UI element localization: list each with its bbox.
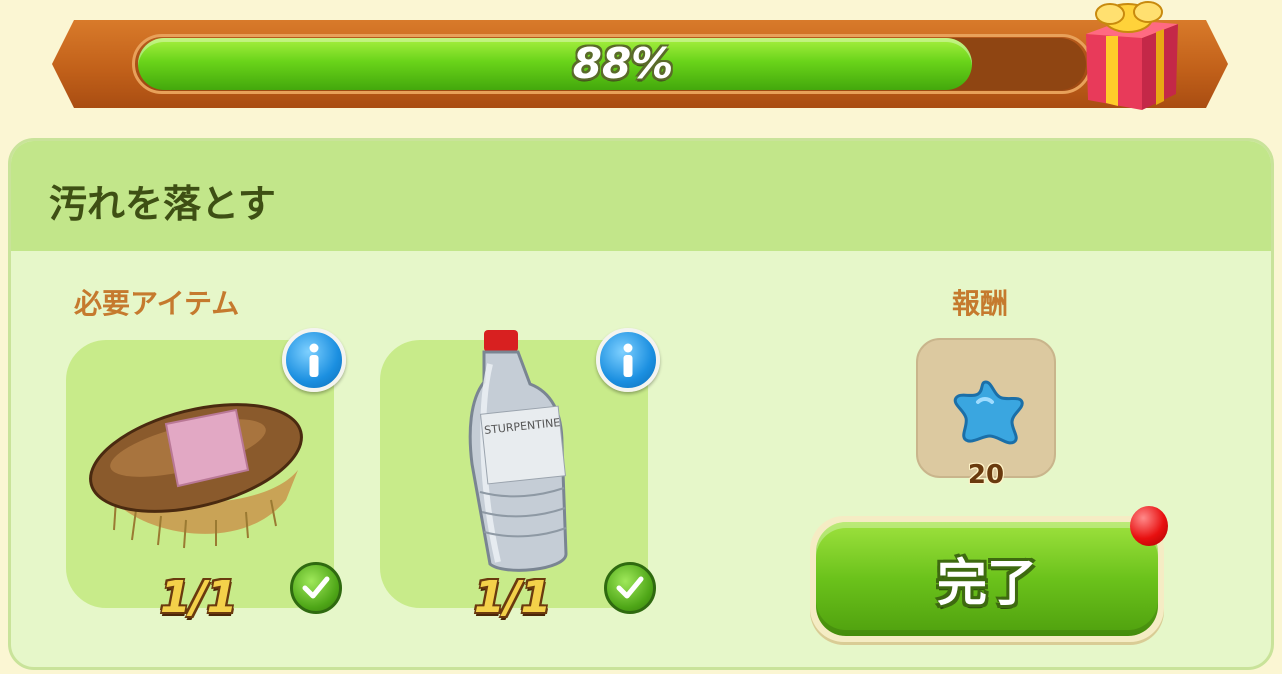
info-icon [623, 343, 633, 377]
reward-quantity: 20 [967, 460, 1005, 490]
complete-button[interactable]: 完了 [810, 516, 1164, 642]
blue-star-icon [953, 380, 1024, 445]
task-title: 汚れを落とす [49, 182, 276, 226]
info-icon [309, 343, 319, 377]
info-button[interactable] [596, 328, 660, 392]
progress-percent: 88% [572, 39, 674, 88]
required-items-label: 必要アイテム [74, 287, 240, 320]
item-count: 1/1 [474, 572, 552, 623]
item-count: 1/1 [160, 572, 238, 623]
gift-box-icon[interactable] [1076, 0, 1186, 114]
complete-button-label: 完了 [816, 522, 1158, 636]
required-item-card-brush[interactable] [66, 328, 346, 614]
reward-label: 報酬 [952, 287, 1009, 320]
required-item-card-bottle[interactable]: STURPENTINE [380, 328, 660, 614]
reward-slot[interactable] [916, 338, 1056, 478]
info-button[interactable] [282, 328, 346, 392]
notification-dot [1130, 506, 1168, 546]
check-icon [604, 562, 656, 614]
check-icon [290, 562, 342, 614]
task-header: 汚れを落とす [11, 141, 1271, 251]
